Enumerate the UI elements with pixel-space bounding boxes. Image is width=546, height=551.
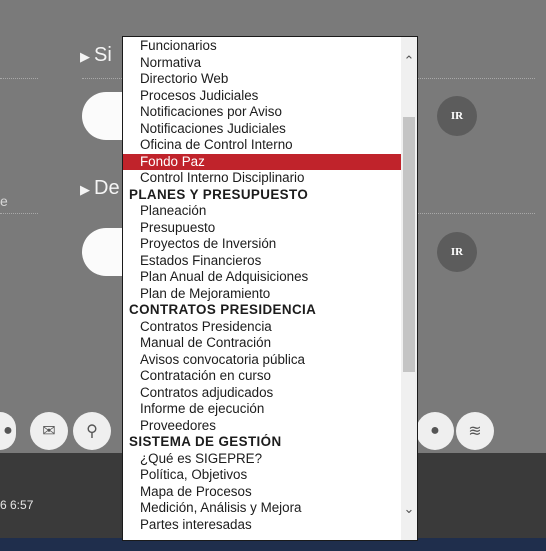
option-item[interactable]: ¿Qué es SIGEPRE? xyxy=(123,451,401,468)
option-item[interactable]: Política, Objetivos xyxy=(123,467,401,484)
mail-icon[interactable]: ✉ xyxy=(30,412,68,450)
search-icon[interactable]: ⚲ xyxy=(73,412,111,450)
chevron-up-icon[interactable]: ⌃ xyxy=(401,51,417,71)
option-item[interactable]: Planeación xyxy=(123,203,401,220)
ir-button-1[interactable]: IR xyxy=(437,96,477,136)
social-icon[interactable]: ● xyxy=(416,412,454,450)
optgroup-label: SISTEMA DE GESTIÓN xyxy=(129,434,282,449)
section-heading-2: ▶ De xyxy=(80,177,120,200)
option-item[interactable]: Normativa xyxy=(123,55,401,72)
option-item[interactable]: Notificaciones Judiciales xyxy=(123,121,401,138)
option-item[interactable]: Presupuesto xyxy=(123,220,401,237)
option-item[interactable]: Partes interesadas xyxy=(123,517,401,534)
option-item[interactable]: Contratos adjudicados xyxy=(123,385,401,402)
divider xyxy=(417,213,535,214)
section-heading-1: ▶ Si xyxy=(80,44,112,67)
option-selected[interactable]: Fondo Paz xyxy=(123,153,401,170)
scrollbar-thumb[interactable] xyxy=(403,117,415,372)
option-item[interactable]: Notificaciones por Aviso xyxy=(123,104,401,121)
option-item[interactable]: Contratos Presidencia xyxy=(123,319,401,336)
divider xyxy=(0,78,38,79)
scrollbar[interactable]: ⌃ ⌄ xyxy=(401,37,417,540)
divider xyxy=(82,78,122,79)
optgroup-label: PLANES Y PRESUPUESTO xyxy=(129,186,309,202)
option-item[interactable]: Estados Financieros xyxy=(123,253,401,270)
option-item[interactable]: Plan de Mejoramiento xyxy=(123,286,401,303)
triangle-right-icon: ▶ xyxy=(80,49,90,64)
optgroup-label: CONTRATOS PRESIDENCIA xyxy=(129,302,317,317)
option-item[interactable]: Plan Anual de Adquisiciones xyxy=(123,269,401,286)
rss-icon[interactable]: ≋ xyxy=(456,412,494,450)
option-item[interactable]: Avisos convocatoria pública xyxy=(123,352,401,369)
option-item[interactable]: Directorio Web xyxy=(123,71,401,88)
option-item[interactable]: Manual de Contración xyxy=(123,335,401,352)
option-item[interactable]: Procesos Judiciales xyxy=(123,88,401,105)
option-item[interactable]: Proveedores xyxy=(123,418,401,435)
option-item[interactable]: Control Interno Disciplinario xyxy=(123,170,401,187)
chevron-down-icon[interactable]: ⌄ xyxy=(401,499,417,519)
dropdown-options: Funcionarios Normativa Directorio Web Proce… xyxy=(123,38,401,533)
option-item[interactable]: Funcionarios xyxy=(123,38,401,55)
triangle-right-icon: ▶ xyxy=(80,182,90,197)
option-item[interactable]: Medición, Análisis y Mejora xyxy=(123,500,401,517)
option-item[interactable]: Informe de ejecución xyxy=(123,401,401,418)
dropdown-list[interactable]: Funcionarios Normativa Directorio Web Proce… xyxy=(122,36,418,541)
divider xyxy=(0,213,38,214)
section-heading-2-text: De xyxy=(94,177,120,199)
option-item[interactable]: Mapa de Procesos xyxy=(123,484,401,501)
ir-button-2[interactable]: IR xyxy=(437,232,477,272)
option-item[interactable]: Contratación en curso xyxy=(123,368,401,385)
option-item[interactable]: Oficina de Control Interno xyxy=(123,137,401,154)
left-edge-text: e xyxy=(0,193,8,209)
option-item[interactable]: Proyectos de Inversión xyxy=(123,236,401,253)
section-heading-1-text: Si xyxy=(94,44,112,66)
footer-time: 6 6:57 xyxy=(0,498,34,512)
divider xyxy=(417,78,535,79)
